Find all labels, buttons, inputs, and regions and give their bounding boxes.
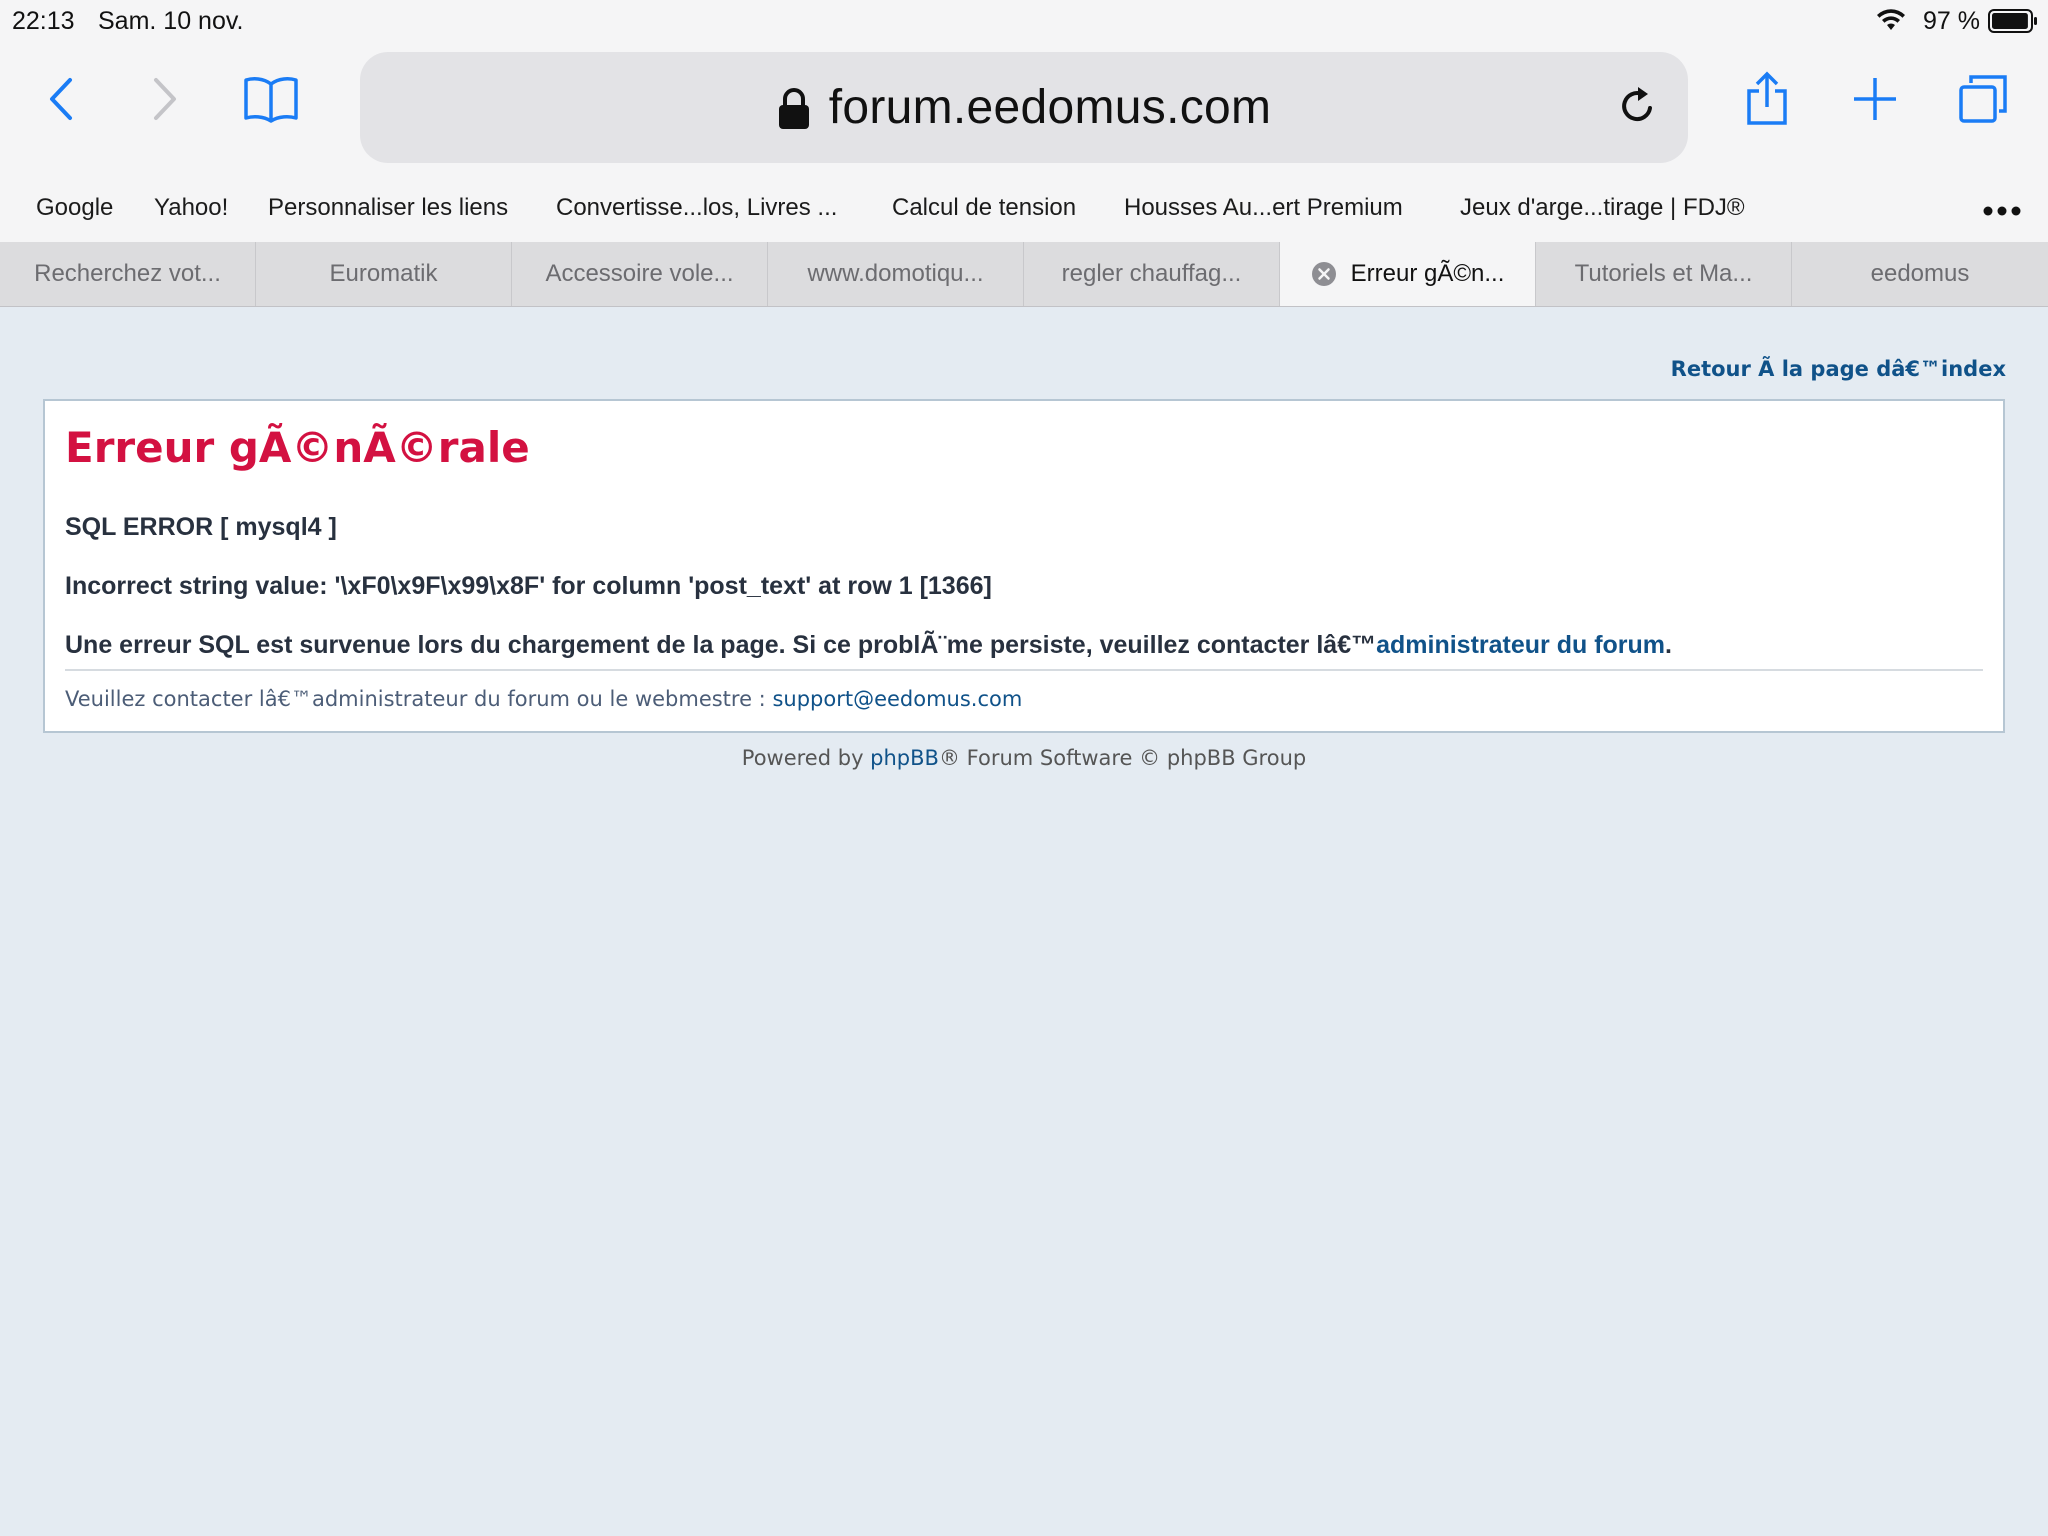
browser-toolbar: forum.eedomus.com (0, 42, 2048, 176)
tab-accessoire[interactable]: Accessoire vole... (512, 242, 768, 306)
sql-message-text: Une erreur SQL est survenue lors du char… (65, 631, 1377, 659)
bookmarks-bar: Google Yahoo! Personnaliser les liens Co… (0, 176, 2048, 242)
bookmark-google[interactable]: Google (36, 194, 113, 222)
status-date: Sam. 10 nov. (98, 7, 244, 35)
phpbb-link[interactable]: phpBB (870, 746, 939, 770)
bookmark-housses[interactable]: Housses Au...ert Premium (1124, 194, 1403, 222)
status-bar: 22:13 Sam. 10 nov. 97 % (0, 0, 2048, 42)
chevron-right-icon (154, 78, 176, 120)
sql-error-text: SQL ERROR [ mysql4 ] (65, 513, 337, 541)
page-title: Erreur gÃ©nÃ©rale (65, 423, 530, 472)
tab-euromatik[interactable]: Euromatik (256, 242, 512, 306)
url-text: forum.eedomus.com (828, 81, 1272, 134)
tab-label: Accessoire vole... (545, 260, 734, 287)
divider (65, 669, 1983, 671)
contact-line: Veuillez contacter lâ€™administrateur du… (65, 687, 1022, 711)
error-panel: Erreur gÃ©nÃ©rale SQL ERROR [ mysql4 ] I… (43, 399, 2005, 733)
battery-icon (1988, 9, 2038, 33)
tab-bar: Recherchez vot... Euromatik Accessoire v… (0, 242, 2048, 307)
tab-eedomus[interactable]: eedomus (1792, 242, 2048, 306)
footer: Powered by phpBB® Forum Software © phpBB… (0, 746, 2048, 770)
bookmark-yahoo[interactable]: Yahoo! (154, 194, 228, 222)
lock-icon (777, 86, 811, 130)
tab-label: Erreur gÃ©n... (1350, 260, 1505, 287)
bookmark-personnaliser[interactable]: Personnaliser les liens (268, 194, 508, 222)
plus-icon (1854, 78, 1896, 120)
admin-link[interactable]: administrateur du forum (1376, 631, 1665, 659)
book-icon (244, 77, 298, 123)
tab-label: Euromatik (329, 260, 438, 287)
tab-label: Recherchez vot... (34, 260, 221, 287)
bookmark-calcul-tension[interactable]: Calcul de tension (892, 194, 1076, 222)
back-button[interactable] (26, 64, 96, 134)
battery-percent: 97 % (1923, 7, 1980, 35)
tabs-overview-button[interactable] (1948, 64, 2018, 134)
tab-recherchez[interactable]: Recherchez vot... (0, 242, 256, 306)
tab-label: Tutoriels et Ma... (1574, 260, 1753, 287)
support-email-link[interactable]: support@eedomus.com (772, 687, 1022, 711)
tab-label: regler chauffag... (1061, 260, 1242, 287)
footer-text: Powered by (741, 746, 871, 770)
tab-erreur-generale[interactable]: Erreur gÃ©n... (1280, 242, 1536, 306)
footer-text-end: ® Forum Software © phpBB Group (938, 746, 1307, 770)
tab-tutoriels[interactable]: Tutoriels et Ma... (1536, 242, 1792, 306)
tab-label: www.domotiqu... (807, 260, 984, 287)
contact-text: Veuillez contacter lâ€™administrateur du… (65, 687, 773, 711)
address-bar[interactable]: forum.eedomus.com (360, 52, 1688, 163)
share-icon (1747, 71, 1787, 125)
incorrect-value-text: Incorrect string value: '\xF0\x9F\x99\x8… (65, 572, 992, 600)
sql-message: Une erreur SQL est survenue lors du char… (65, 631, 1672, 660)
chevron-left-icon (50, 78, 72, 120)
share-button[interactable] (1732, 64, 1802, 134)
tab-domotique[interactable]: www.domotiqu... (768, 242, 1024, 306)
bookmark-fdj[interactable]: Jeux d'arge...tirage | FDJ® (1460, 194, 1745, 222)
forward-button[interactable] (130, 64, 200, 134)
close-tab-icon[interactable] (1311, 261, 1337, 287)
bookmarks-button[interactable] (236, 64, 306, 134)
browser-chrome: 22:13 Sam. 10 nov. 97 % forum.eedomus.co… (0, 0, 2048, 307)
tab-regler-chauffage[interactable]: regler chauffag... (1024, 242, 1280, 306)
more-bookmarks-icon[interactable] (1982, 204, 2022, 222)
new-tab-button[interactable] (1840, 64, 1910, 134)
tabs-icon (1959, 75, 2007, 123)
sql-message-end: . (1665, 631, 1672, 659)
return-index-link[interactable]: Retour Ã la page dâ€™index (1671, 357, 2006, 381)
wifi-icon (1876, 8, 1906, 39)
reload-icon[interactable] (1616, 84, 1660, 128)
tab-label: eedomus (1870, 260, 1970, 287)
bookmark-convertisseur[interactable]: Convertisse...los, Livres ... (556, 194, 837, 222)
status-time: 22:13 (12, 7, 75, 35)
